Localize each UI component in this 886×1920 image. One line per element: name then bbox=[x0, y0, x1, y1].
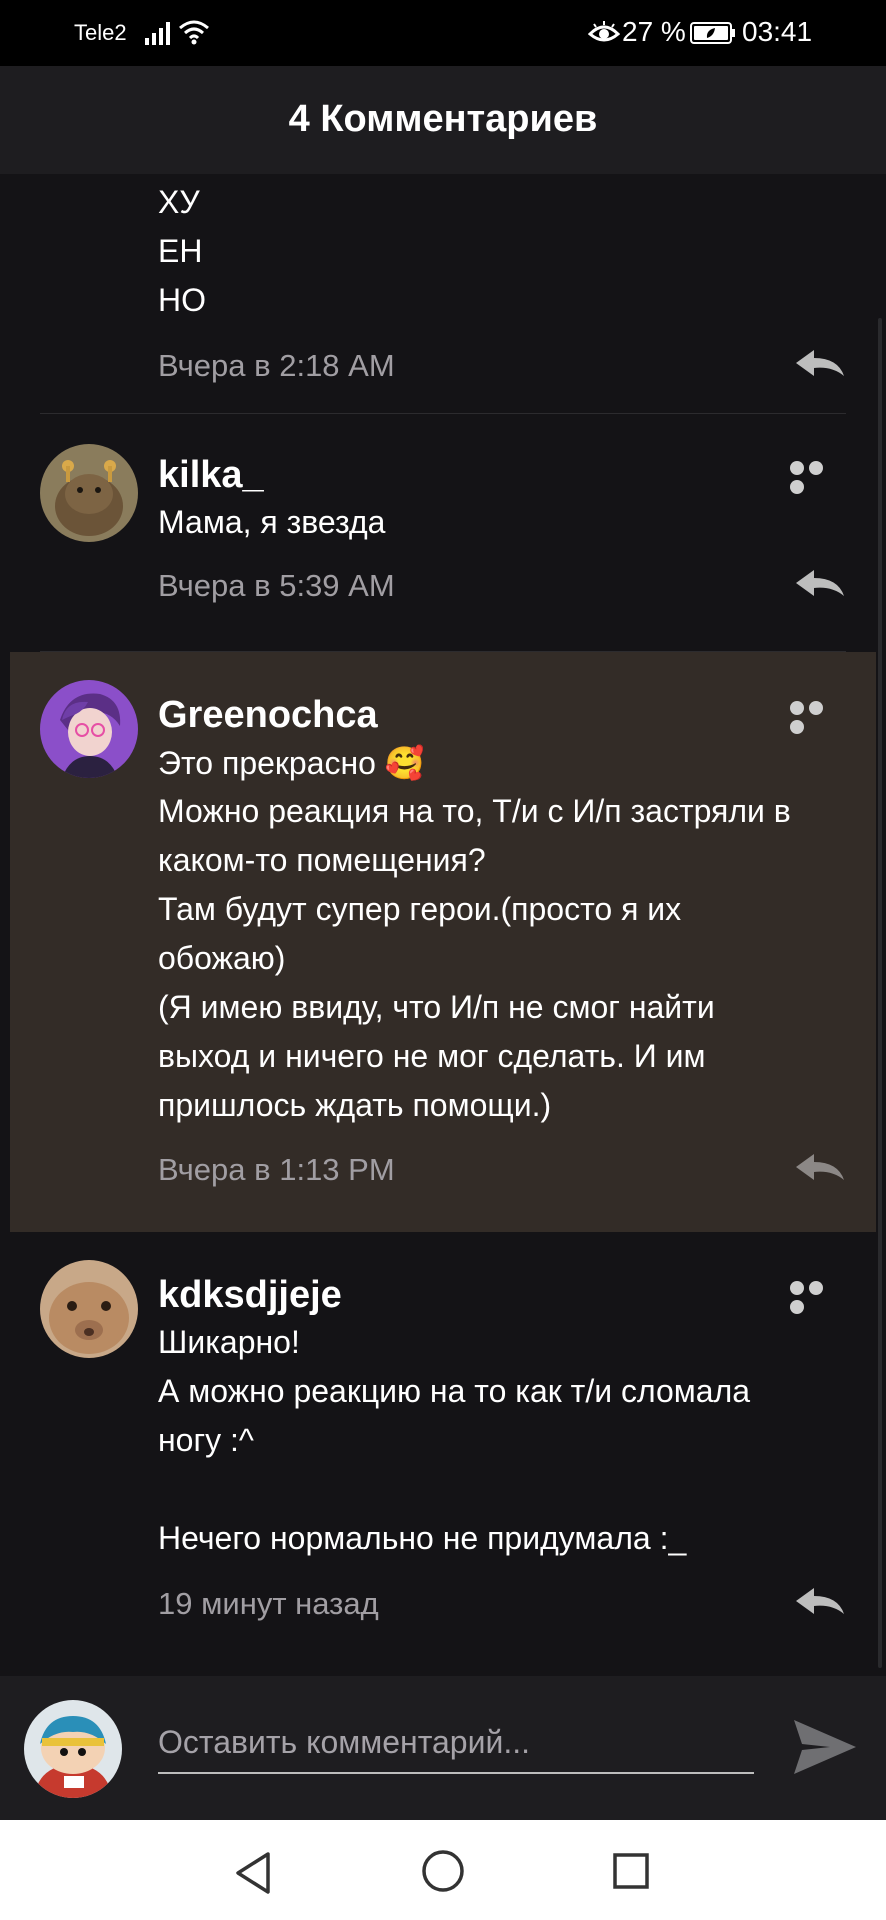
send-icon[interactable] bbox=[790, 1714, 860, 1780]
wifi-icon bbox=[179, 20, 209, 45]
comment-text-line: ЕН bbox=[158, 233, 203, 269]
avatar[interactable] bbox=[40, 444, 138, 542]
comments-header: 4 Комментариев bbox=[0, 66, 886, 174]
comment-text-line: каком-то помещения? bbox=[158, 842, 486, 878]
comment-timestamp: 19 минут назад bbox=[158, 1586, 379, 1621]
signal-icon bbox=[145, 22, 170, 45]
user-avatar[interactable] bbox=[24, 1700, 122, 1798]
comment-text-line: обожаю) bbox=[158, 940, 286, 976]
comment-author[interactable]: Greenochca bbox=[158, 694, 378, 737]
comment-item: kilka_ Мама, я звезда Вчера в 5:39 AM bbox=[0, 414, 886, 652]
comment-composer: Оставить комментарий... bbox=[0, 1676, 886, 1820]
recent-apps-icon[interactable] bbox=[612, 1852, 650, 1890]
comment-text-line: Шикарно! bbox=[158, 1324, 300, 1360]
comment-text-line: (Я имею ввиду, что И/п не смог найти bbox=[158, 989, 715, 1025]
comment-text-line: Нечего нормально не придумала :_ bbox=[158, 1520, 687, 1556]
comment-text-line: выход и ничего не мог сделать. И им bbox=[158, 1038, 706, 1074]
comment-text-line: пришлось ждать помощи.) bbox=[158, 1087, 552, 1123]
comment-text-line: А можно реакцию на то как т/и сломала bbox=[158, 1373, 751, 1409]
scrollbar[interactable] bbox=[878, 318, 882, 1668]
clock: 03:41 bbox=[742, 16, 813, 47]
reply-icon[interactable] bbox=[792, 1584, 846, 1618]
avatar[interactable] bbox=[40, 680, 138, 778]
comment-text-line: Мама, я звезда bbox=[158, 504, 386, 540]
comment-text-line: Это прекрасно 🥰 bbox=[158, 744, 425, 782]
comment-item: ХУ ЕН НО Вчера в 2:18 AM bbox=[0, 174, 886, 414]
home-icon[interactable] bbox=[420, 1848, 466, 1894]
more-options-button[interactable] bbox=[790, 461, 846, 494]
comment-text-line: НО bbox=[158, 282, 206, 318]
more-options-button[interactable] bbox=[790, 701, 846, 734]
eye-comfort-icon bbox=[588, 21, 620, 42]
comment-text-line: Можно реакция на то, Т/и с И/п застряли … bbox=[158, 793, 791, 829]
smiling-face-with-hearts-emoji: 🥰 bbox=[384, 745, 425, 781]
comments-list[interactable]: ХУ ЕН НО Вчера в 2:18 AM kilka_ Мама, я bbox=[0, 174, 886, 1676]
back-icon[interactable] bbox=[232, 1850, 274, 1896]
comment-input-placeholder: Оставить комментарий... bbox=[158, 1724, 531, 1760]
comment-input[interactable]: Оставить комментарий... bbox=[158, 1714, 754, 1774]
reply-icon[interactable] bbox=[792, 566, 846, 600]
system-nav-bar bbox=[0, 1820, 886, 1920]
comment-text-line: ХУ bbox=[158, 184, 200, 220]
comment-text-line: ногу :^ bbox=[158, 1422, 254, 1458]
page-title: 4 Комментариев bbox=[288, 98, 598, 140]
reply-icon[interactable] bbox=[792, 346, 846, 380]
comment-timestamp: Вчера в 2:18 AM bbox=[158, 348, 395, 383]
comment-timestamp: Вчера в 5:39 AM bbox=[158, 568, 395, 603]
comment-text-line: Там будут супер герои.(просто я их bbox=[158, 891, 682, 927]
battery-saver-icon bbox=[690, 22, 735, 44]
avatar[interactable] bbox=[40, 1260, 138, 1358]
comment-item-highlighted: Greenochca Это прекрасно 🥰 Можно реакция… bbox=[10, 652, 876, 1232]
carrier-label: Tele2 bbox=[74, 20, 127, 45]
status-bar: Tele2 27 % 03:41 bbox=[0, 0, 886, 66]
comment-text: Это прекрасно bbox=[158, 745, 376, 781]
battery-percent: 27 % bbox=[622, 16, 686, 47]
more-options-button[interactable] bbox=[790, 1281, 846, 1314]
comment-author[interactable]: kilka_ bbox=[158, 454, 264, 497]
comment-item: kdksdjjeje Шикарно! А можно реакцию на т… bbox=[0, 1232, 886, 1621]
reply-icon[interactable] bbox=[792, 1150, 846, 1184]
comment-timestamp: Вчера в 1:13 PM bbox=[158, 1152, 395, 1187]
comment-author[interactable]: kdksdjjeje bbox=[158, 1274, 342, 1317]
